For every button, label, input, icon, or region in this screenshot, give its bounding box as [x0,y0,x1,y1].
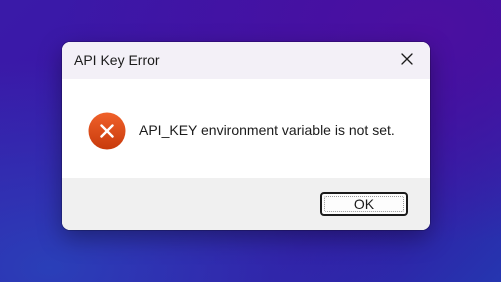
error-dialog: API Key Error API_KEY environment variab… [62,42,430,230]
ok-button-label: OK [353,196,375,212]
ok-button[interactable]: OK [320,192,408,216]
error-icon [88,112,126,150]
dialog-content: API_KEY environment variable is not set. [62,79,430,178]
error-message: API_KEY environment variable is not set. [139,122,395,138]
close-icon [401,52,413,70]
dialog-title: API Key Error [74,52,160,68]
dialog-title-bar[interactable]: API Key Error [62,42,430,79]
dialog-footer: OK [62,178,430,230]
close-button[interactable] [384,42,430,79]
